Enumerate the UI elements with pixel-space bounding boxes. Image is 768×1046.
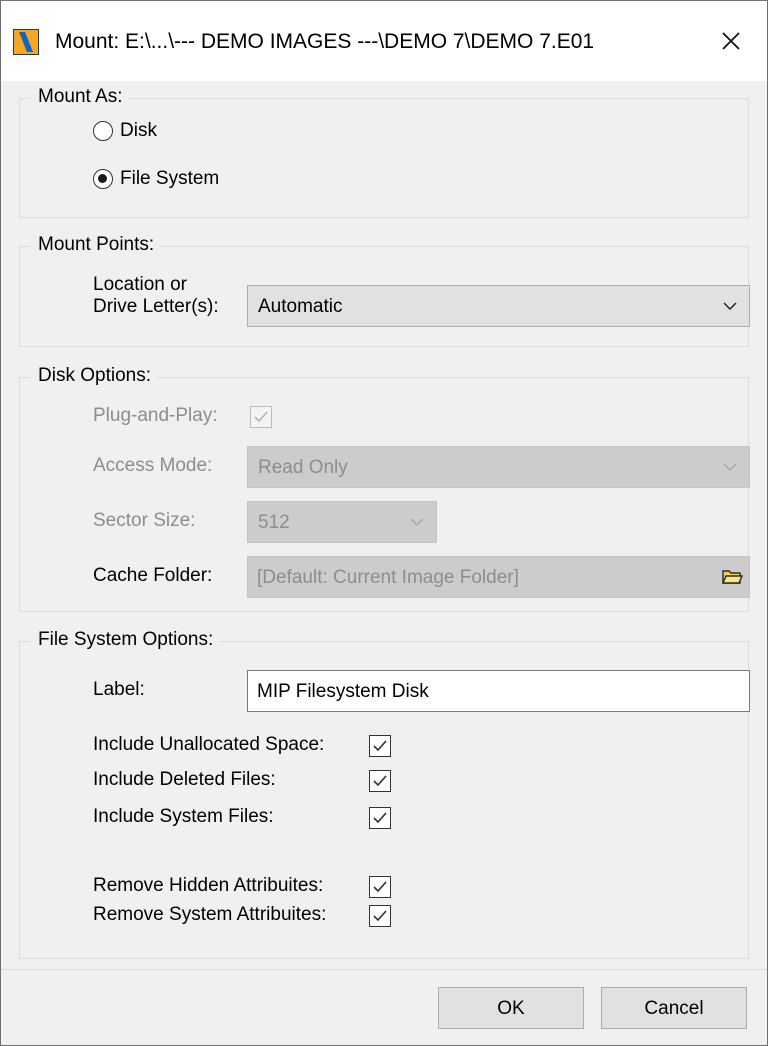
check-icon [373,881,387,893]
include-deleted-label: Include Deleted Files: [93,769,276,790]
title-bar[interactable]: Mount: E:\...\--- DEMO IMAGES ---\DEMO 7… [1,1,767,81]
radio-file-system[interactable] [93,169,113,189]
remove-system-label: Remove System Attribuites: [93,904,327,925]
include-system-label: Include System Files: [93,806,274,827]
radio-disk[interactable] [93,121,113,141]
check-icon [254,411,268,423]
include-unallocated-label: Include Unallocated Space: [93,734,325,755]
radio-file-system-label[interactable]: File System [120,167,219,191]
disk-options-label: Disk Options: [30,363,157,389]
location-dropdown[interactable]: Automatic [247,285,750,327]
ok-button[interactable]: OK [438,987,584,1029]
mount-dialog: Mount: E:\...\--- DEMO IMAGES ---\DEMO 7… [0,0,768,1046]
close-icon [722,32,740,50]
sector-size-dropdown: 512 [247,501,437,543]
fs-options-group: File System Options: Label: MIP Filesyst… [19,627,750,959]
window-title: Mount: E:\...\--- DEMO IMAGES ---\DEMO 7… [55,30,595,53]
fs-label-input[interactable]: MIP Filesystem Disk [247,670,750,712]
include-deleted-checkbox[interactable] [369,770,391,792]
plug-and-play-checkbox [250,406,272,428]
access-mode-label: Access Mode: [93,455,213,476]
check-icon [373,740,387,752]
sector-size-value: 512 [258,512,290,533]
plug-and-play-label: Plug-and-Play: [93,405,218,426]
remove-hidden-label: Remove Hidden Attribuites: [93,875,324,896]
disk-options-group: Disk Options: Plug-and-Play: Access Mode… [19,363,750,612]
mount-as-group: Mount As: Disk File System [19,84,749,218]
radio-disk-label[interactable]: Disk [120,119,157,143]
mount-points-label: Mount Points: [30,232,161,258]
location-label-line2: Drive Letter(s): [93,296,219,317]
footer-divider [1,969,767,970]
cancel-button[interactable]: Cancel [601,987,747,1029]
cache-folder-label: Cache Folder: [93,565,213,586]
fs-label-label: Label: [93,679,145,700]
check-icon [373,812,387,824]
cache-folder-field: [Default: Current Image Folder] [247,556,750,598]
cache-folder-value: [Default: Current Image Folder] [257,567,519,588]
check-icon [373,910,387,922]
chevron-down-icon [410,518,424,527]
mount-points-group: Mount Points: Location or Drive Letter(s… [19,232,750,347]
chevron-down-icon [723,463,737,472]
chevron-down-icon [723,302,737,311]
remove-system-checkbox[interactable] [369,905,391,927]
include-system-checkbox[interactable] [369,807,391,829]
mount-app-icon [13,29,39,55]
remove-hidden-checkbox[interactable] [369,876,391,898]
fs-options-label: File System Options: [30,627,220,653]
include-unallocated-checkbox[interactable] [369,735,391,757]
close-button[interactable] [695,1,767,81]
fs-label-value: MIP Filesystem Disk [257,681,429,702]
access-mode-value: Read Only [258,457,348,478]
sector-size-label: Sector Size: [93,510,196,531]
check-icon [373,775,387,787]
access-mode-dropdown: Read Only [247,446,750,488]
mount-as-label: Mount As: [30,84,129,110]
location-value: Automatic [258,296,343,317]
location-label-line1: Location or [93,274,188,295]
folder-icon[interactable] [721,567,743,587]
